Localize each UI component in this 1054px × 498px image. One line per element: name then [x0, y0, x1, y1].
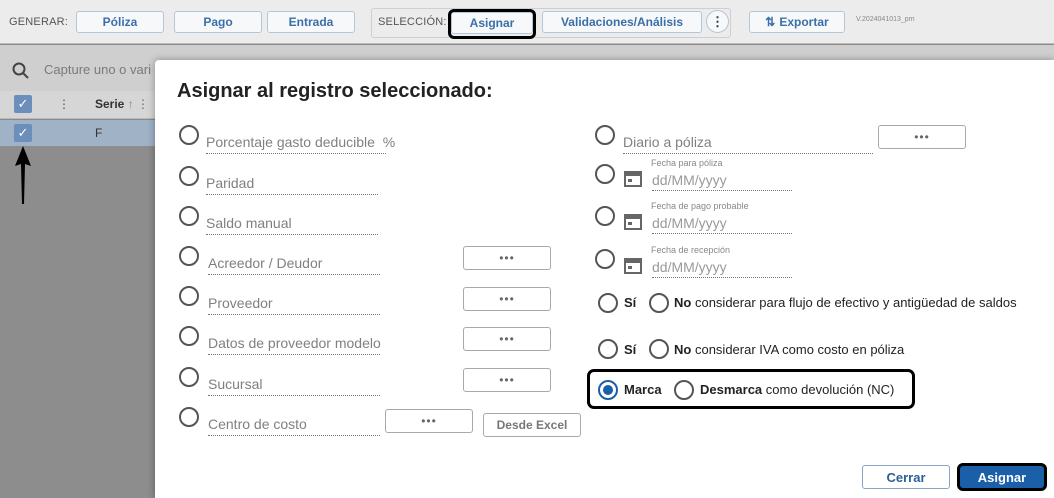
column-header-serie[interactable]: Serie ↑ ⋮ — [95, 97, 149, 111]
cell-serie: F — [95, 126, 103, 140]
generar-label: GENERAR: — [9, 16, 69, 28]
field-sucursal[interactable]: Sucursal — [208, 376, 380, 396]
radio-desmarca[interactable] — [674, 380, 694, 400]
radio-fecha-poliza[interactable] — [595, 164, 615, 184]
fecha-recepcion-input[interactable]: dd/MM/yyyy — [652, 259, 792, 278]
proveedor-lookup-button[interactable]: ••• — [463, 287, 551, 311]
field-saldo-manual[interactable]: Saldo manual — [206, 215, 378, 235]
fecha-recepcion-caption: Fecha de recepción — [651, 245, 731, 255]
radio-paridad[interactable] — [179, 166, 199, 186]
radio-proveedor[interactable] — [179, 286, 199, 306]
desde-excel-button[interactable]: Desde Excel — [483, 413, 581, 437]
no-flujo-bold: No — [674, 295, 692, 310]
radio-saldo-manual[interactable] — [179, 206, 199, 226]
field-acreedor[interactable]: Acreedor / Deudor — [208, 255, 380, 275]
search-icon — [12, 62, 29, 79]
radio-acreedor[interactable] — [179, 246, 199, 266]
marca-label: Marca — [624, 382, 662, 397]
radio-si-iva[interactable] — [598, 339, 618, 359]
radio-si-flujo[interactable] — [598, 293, 618, 313]
calendar-icon[interactable] — [624, 169, 642, 187]
radio-no-iva[interactable] — [649, 339, 669, 359]
fecha-pago-caption: Fecha de pago probable — [651, 201, 749, 211]
radio-marca[interactable] — [598, 380, 618, 400]
field-centro-costo[interactable]: Centro de costo — [208, 416, 380, 436]
field-paridad[interactable]: Paridad — [206, 175, 378, 195]
row-checkbox[interactable]: ✓ — [14, 124, 32, 142]
poliza-button[interactable]: Póliza — [76, 11, 164, 33]
desmarca-label: Desmarca como devolución (NC) — [700, 382, 894, 397]
field-diario[interactable]: Diario a póliza — [623, 134, 873, 154]
asignar-highlight — [448, 9, 536, 39]
select-all-checkbox[interactable]: ✓ — [14, 95, 32, 113]
exportar-button[interactable]: ⇅ Exportar — [749, 11, 845, 33]
cerrar-button[interactable]: Cerrar — [862, 465, 950, 489]
more-options-icon[interactable]: ⋮ — [706, 10, 729, 33]
diario-lookup-button[interactable]: ••• — [878, 125, 966, 149]
version-text: V.2024041013_pm — [856, 16, 915, 23]
seleccion-label: SELECCIÓN: — [378, 16, 447, 28]
field-proveedor-modelo[interactable]: Datos de proveedor modelo — [208, 335, 381, 355]
sort-up-icon: ↑ — [127, 97, 134, 111]
fecha-poliza-input[interactable]: dd/MM/yyyy — [652, 172, 792, 191]
acreedor-lookup-button[interactable]: ••• — [463, 246, 551, 270]
column-menu-icon-2[interactable]: ⋮ — [137, 97, 149, 111]
no-iva-bold: No — [674, 342, 692, 357]
search-input[interactable]: Capture uno o vari — [44, 62, 151, 77]
no-flujo-label: No considerar para flujo de efectivo y a… — [674, 295, 1017, 310]
si-iva-label: Sí — [624, 342, 637, 357]
iva-text: considerar IVA como costo en póliza — [694, 342, 905, 357]
sort-export-icon: ⇅ — [765, 15, 776, 29]
proveedor-modelo-lookup-button[interactable]: ••• — [463, 327, 551, 351]
field-porcentaje[interactable]: Porcentaje gasto deducible % — [206, 134, 395, 154]
flujo-text: considerar para flujo de efectivo y anti… — [694, 295, 1017, 310]
desmarca-bold: Desmarca — [700, 382, 763, 397]
fecha-pago-input[interactable]: dd/MM/yyyy — [652, 215, 792, 234]
radio-no-flujo[interactable] — [649, 293, 669, 313]
sucursal-lookup-button[interactable]: ••• — [463, 368, 551, 392]
fecha-poliza-caption: Fecha para póliza — [651, 158, 723, 168]
entrada-button[interactable]: Entrada — [267, 11, 355, 33]
radio-fecha-pago[interactable] — [595, 206, 615, 226]
arrow-up-icon — [15, 146, 31, 204]
radio-sucursal[interactable] — [179, 367, 199, 387]
percent-suffix: % — [382, 134, 396, 150]
calendar-icon-3[interactable] — [624, 256, 642, 274]
devolucion-text: como devolución (NC) — [765, 382, 895, 397]
radio-diario[interactable] — [595, 125, 615, 145]
porcentaje-label: Porcentaje gasto deducible — [206, 134, 375, 150]
radio-proveedor-modelo[interactable] — [179, 326, 199, 346]
centro-costo-lookup-button[interactable]: ••• — [385, 409, 473, 433]
pago-button[interactable]: Pago — [174, 11, 262, 33]
column-menu-icon[interactable]: ⋮ — [58, 97, 70, 111]
dialog-title: Asignar al registro seleccionado: — [177, 80, 493, 102]
serie-label: Serie — [95, 97, 125, 111]
exportar-label: Exportar — [779, 15, 829, 29]
radio-porcentaje[interactable] — [179, 125, 199, 145]
asignar-button[interactable]: Asignar — [957, 463, 1047, 491]
assign-dialog: Asignar al registro seleccionado: Porcen… — [155, 60, 1054, 498]
radio-centro-costo[interactable] — [179, 407, 199, 427]
no-iva-label: No considerar IVA como costo en póliza — [674, 342, 904, 357]
calendar-icon-2[interactable] — [624, 212, 642, 230]
field-proveedor[interactable]: Proveedor — [208, 295, 380, 315]
si-flujo-label: Sí — [624, 295, 637, 310]
validaciones-button[interactable]: Validaciones/Análisis — [542, 11, 702, 33]
radio-fecha-recepcion[interactable] — [595, 249, 615, 269]
